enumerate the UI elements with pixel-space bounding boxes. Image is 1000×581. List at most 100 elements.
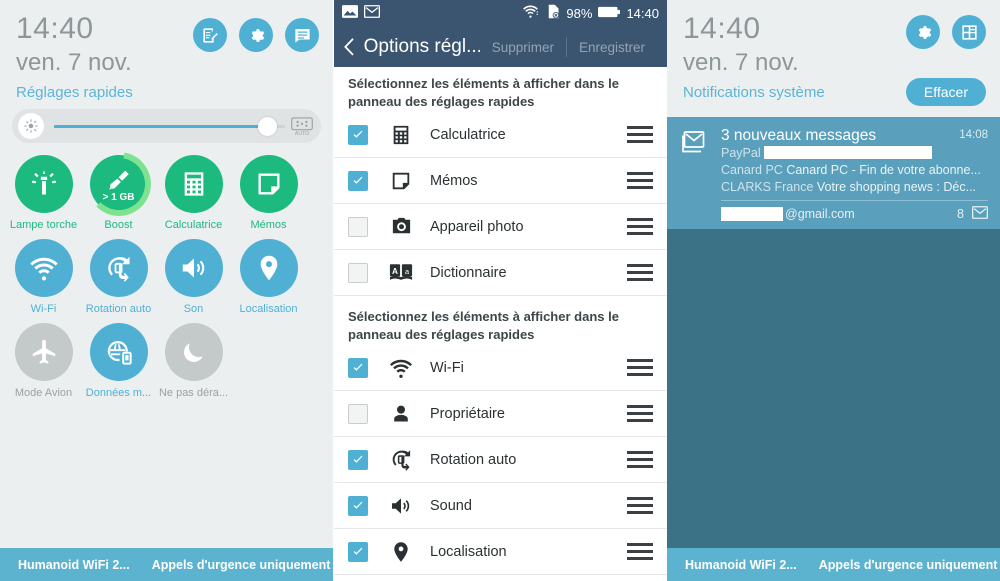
tile-ne-pas-deranger[interactable]: Ne pas déra...	[156, 323, 231, 399]
list-item-m-mos[interactable]: Mémos	[334, 158, 667, 205]
brightness-slider-wrap: AUTO	[0, 101, 333, 143]
checkbox[interactable]	[348, 449, 368, 470]
notification-time: 14:08	[959, 129, 988, 141]
tile-lampe-torche[interactable]: Lampe torche	[6, 155, 81, 231]
drag-handle-icon[interactable]	[627, 543, 653, 561]
tile-row-3: Mode Avion Données m... Ne pas déra...	[6, 323, 327, 407]
settings-gear-icon[interactable]	[239, 18, 273, 52]
brightness-slider[interactable]: AUTO	[12, 109, 321, 143]
tile-calculatrice[interactable]: Calculatrice	[156, 155, 231, 231]
tile-memos[interactable]: Mémos	[231, 155, 306, 231]
brightness-track[interactable]	[54, 116, 285, 136]
app-bar-actions: Supprimer Enregistrer	[480, 37, 657, 57]
tile-localisation[interactable]: Localisation	[231, 239, 306, 315]
notification-card[interactable]: 14:08 3 nouveaux messages PayPal Canard …	[667, 117, 1000, 229]
drag-handle-icon[interactable]	[627, 264, 653, 282]
tile-label: Calculatrice	[164, 219, 223, 231]
checkbox[interactable]	[348, 495, 368, 516]
auto-brightness-icon[interactable]: AUTO	[289, 113, 315, 139]
sound-icon	[164, 239, 223, 297]
quick-settings-grid-icon[interactable]	[952, 15, 986, 49]
quick-settings-actions	[193, 18, 319, 52]
tile-row-2: Wi-Fi Rotation auto Son Localisation	[6, 239, 327, 323]
screenshot-root: 14:40 ven. 7 nov. Réglages rapides AUTO …	[0, 0, 1000, 581]
edit-quick-settings-icon[interactable]	[193, 18, 227, 52]
tile-label: Localisation	[239, 303, 298, 315]
list-item-mode-avion[interactable]: Mode Avion	[334, 575, 667, 581]
emergency-label: Appels d'urgence uniquement	[818, 557, 998, 572]
svg-text:AUTO: AUTO	[295, 131, 309, 136]
airplane-icon	[14, 323, 73, 381]
checkbox[interactable]	[348, 124, 368, 145]
tile-label: Wi-Fi	[30, 303, 57, 315]
drag-handle-icon[interactable]	[627, 451, 653, 469]
save-button[interactable]: Enregistrer	[567, 40, 657, 55]
drag-handle-icon[interactable]	[627, 218, 653, 236]
status-bar-right: 98% 14:40	[522, 4, 659, 24]
tile-son[interactable]: Son	[156, 239, 231, 315]
list-item-propri-taire[interactable]: Propriétaire	[334, 391, 667, 438]
notification-sender: PayPal	[721, 146, 761, 160]
drag-handle-icon[interactable]	[627, 126, 653, 144]
carrier-label: Humanoid WiFi 2...	[18, 557, 130, 572]
list-item-label: Rotation auto	[430, 451, 517, 468]
checkbox[interactable]	[348, 541, 368, 562]
list-item-localisation[interactable]: Localisation	[334, 529, 667, 576]
list-item-rotation-auto[interactable]: Rotation auto	[334, 437, 667, 484]
status-bar: 98% 14:40	[334, 0, 667, 27]
carrier-label: Humanoid WiFi 2...	[685, 557, 797, 572]
list-item-wi-fi[interactable]: Wi-Fi	[334, 345, 667, 392]
flashlight-icon	[14, 155, 73, 213]
location-pin-icon	[239, 239, 298, 297]
camera-icon	[384, 215, 418, 238]
list-item-calculatrice[interactable]: Calculatrice	[334, 112, 667, 159]
checkbox[interactable]	[348, 216, 368, 237]
drag-handle-icon[interactable]	[627, 359, 653, 377]
boost-broom-icon: > 1 GB	[86, 152, 151, 216]
checkbox[interactable]	[348, 262, 368, 283]
sd-card-error-icon	[545, 4, 560, 24]
chevron-left-icon[interactable]	[344, 38, 362, 56]
tile-boost[interactable]: > 1 GB Boost	[81, 152, 156, 231]
tile-rotation-auto[interactable]: Rotation auto	[81, 239, 156, 315]
tile-label: Lampe torche	[9, 219, 78, 231]
app-bar-title: Options régl...	[363, 36, 480, 57]
boost-progress-ring	[86, 152, 151, 216]
checkbox[interactable]	[348, 357, 368, 378]
calculator-icon	[384, 124, 418, 146]
dictionary-icon: Aa	[384, 262, 418, 283]
section-2-list: Wi-Fi Propriétaire Rotation auto Sound Local…	[334, 345, 667, 581]
list-item-sound[interactable]: Sound	[334, 483, 667, 530]
tile-label: Mémos	[250, 219, 287, 231]
tile-donnees-mobiles[interactable]: Données m...	[81, 323, 156, 399]
tile-wifi[interactable]: Wi-Fi	[6, 239, 81, 315]
list-item-label: Sound	[430, 497, 472, 514]
delete-button[interactable]: Supprimer	[480, 40, 566, 55]
list-item-label: Dictionnaire	[430, 264, 507, 281]
tile-label: Rotation auto	[85, 303, 152, 315]
list-item-label: Appareil photo	[430, 218, 524, 235]
drag-handle-icon[interactable]	[627, 497, 653, 515]
bottom-status-bar: Humanoid WiFi 2... Appels d'urgence uniq…	[0, 548, 333, 581]
tile-label: Son	[183, 303, 204, 315]
notification-line: Canard PC Canard PC - Fin de votre abonn…	[721, 162, 988, 179]
brightness-thumb[interactable]	[257, 116, 277, 136]
wifi-icon	[522, 4, 539, 23]
checkbox[interactable]	[348, 170, 368, 191]
drag-handle-icon[interactable]	[627, 172, 653, 190]
notification-title: 3 nouveaux messages	[721, 127, 877, 144]
account-suffix: @gmail.com	[785, 206, 855, 221]
drag-handle-icon[interactable]	[627, 405, 653, 423]
battery-percent: 98%	[566, 6, 593, 21]
tile-mode-avion[interactable]: Mode Avion	[6, 323, 81, 399]
mobile-data-icon	[89, 323, 148, 381]
section-2-title: Sélectionnez les éléments à afficher dan…	[348, 309, 619, 342]
clear-notifications-button[interactable]: Effacer	[905, 78, 986, 106]
list-item-dictionnaire[interactable]: Aa Dictionnaire	[334, 250, 667, 297]
notification-count-group: 8	[957, 205, 988, 222]
settings-gear-icon[interactable]	[906, 15, 940, 49]
checkbox[interactable]	[348, 403, 368, 424]
notification-list-icon[interactable]	[285, 18, 319, 52]
list-item-appareil-photo[interactable]: Appareil photo	[334, 204, 667, 251]
notifications-header: 14:40 ven. 7 nov. Notifications système …	[667, 0, 1000, 117]
